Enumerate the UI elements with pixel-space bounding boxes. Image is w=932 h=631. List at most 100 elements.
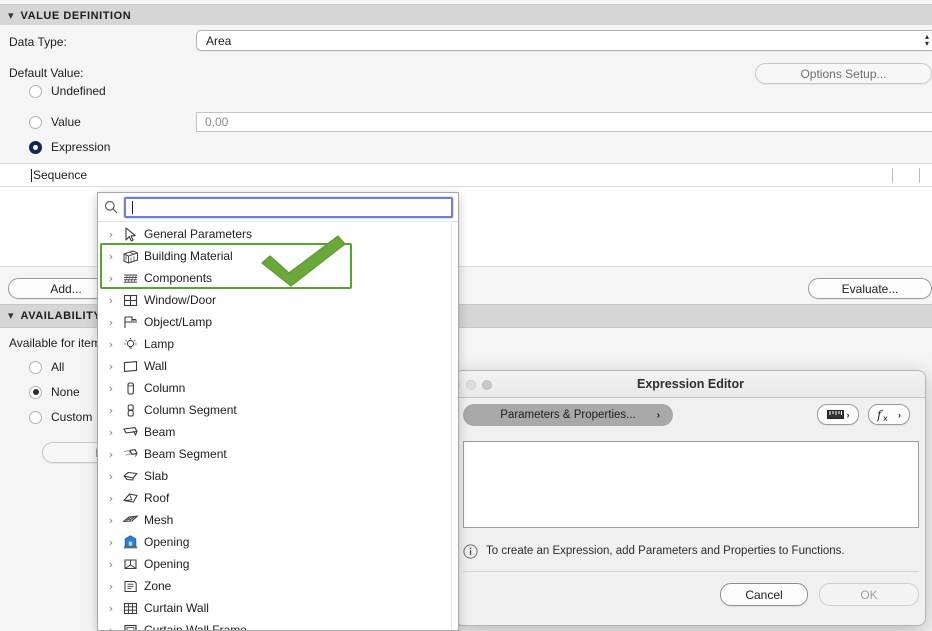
building-material-icon <box>119 248 141 264</box>
ruler-icon <box>826 410 844 419</box>
radio-expression[interactable]: Expression <box>29 139 110 155</box>
cancel-button[interactable]: Cancel <box>720 583 808 606</box>
chevron-right-icon[interactable]: › <box>103 228 119 241</box>
unit-button[interactable]: › <box>817 404 859 425</box>
evaluate-button[interactable]: Evaluate... <box>808 278 932 299</box>
default-value-label: Default Value: <box>9 66 84 80</box>
dialog-titlebar[interactable]: Expression Editor <box>456 371 925 398</box>
list-item[interactable]: › Building Material <box>98 245 458 267</box>
chevron-right-icon[interactable]: › <box>103 250 119 263</box>
window-door-icon <box>119 292 141 308</box>
list-item[interactable]: › Curtain Wall Frame <box>98 619 458 631</box>
radio-value-control[interactable] <box>29 115 42 129</box>
list-item[interactable]: › Column Segment <box>98 399 458 421</box>
chevron-right-icon[interactable]: › <box>103 294 119 307</box>
radio-none-label: None <box>51 385 80 399</box>
dialog-toolbar: Parameters & Properties... › › f x › <box>456 398 925 432</box>
maximize-icon[interactable] <box>482 380 492 390</box>
radio-value[interactable]: Value <box>29 114 81 130</box>
column-icon <box>119 380 141 396</box>
sequence-row[interactable]: Sequence <box>0 163 932 187</box>
expression-input-area[interactable] <box>463 441 919 528</box>
chevron-right-icon[interactable]: › <box>103 580 119 593</box>
popup-scrollbar[interactable] <box>451 223 458 630</box>
chevron-right-icon[interactable]: › <box>103 624 119 631</box>
sequence-label: Sequence <box>33 168 88 182</box>
parameters-properties-button[interactable]: Parameters & Properties... › <box>463 404 673 426</box>
chevron-right-icon[interactable]: › <box>103 470 119 483</box>
function-button[interactable]: f x › <box>868 404 910 425</box>
chevron-right-icon[interactable]: › <box>103 602 119 615</box>
default-value-placeholder: 0,00 <box>205 115 229 129</box>
chevron-right-icon[interactable]: › <box>103 448 119 461</box>
list-item[interactable]: › Wall <box>98 355 458 377</box>
list-item-label: Opening <box>144 535 190 549</box>
chevron-right-icon[interactable]: › <box>103 558 119 571</box>
list-item-label: Beam Segment <box>144 447 227 461</box>
add-button-label: Add... <box>50 281 82 296</box>
beam-icon <box>119 424 141 440</box>
ok-button[interactable]: OK <box>819 583 919 606</box>
radio-expression-label: Expression <box>51 140 111 154</box>
minimize-icon[interactable] <box>466 380 476 390</box>
list-item[interactable]: › Window/Door <box>98 289 458 311</box>
chevron-right-icon[interactable]: › <box>103 382 119 395</box>
default-value-input[interactable]: 0,00 <box>196 112 932 132</box>
window-controls[interactable] <box>456 380 492 390</box>
list-item[interactable]: › Zone <box>98 575 458 597</box>
list-item[interactable]: › Slab <box>98 465 458 487</box>
radio-expression-control[interactable] <box>29 140 42 154</box>
list-item[interactable]: › Beam Segment <box>98 443 458 465</box>
data-type-label: Data Type: <box>9 35 67 49</box>
chevron-right-icon[interactable]: › <box>103 272 119 285</box>
list-item[interactable]: › Object/Lamp <box>98 311 458 333</box>
parameter-type-list[interactable]: › General Parameters › Building Material › Co… <box>98 223 458 631</box>
radio-all[interactable]: All <box>29 359 64 375</box>
fx-icon: f x <box>877 408 895 422</box>
dialog-title: Expression Editor <box>637 377 744 391</box>
chevron-right-icon[interactable]: › <box>103 426 119 439</box>
options-setup-button[interactable]: Options Setup... <box>755 63 932 84</box>
chevron-right-icon[interactable]: › <box>103 316 119 329</box>
list-item[interactable]: › Mesh <box>98 509 458 531</box>
radio-undefined[interactable]: Undefined <box>29 83 106 99</box>
list-item[interactable]: › Components <box>98 267 458 289</box>
list-item[interactable]: › Beam <box>98 421 458 443</box>
list-item[interactable]: › Curtain Wall <box>98 597 458 619</box>
list-item[interactable]: › Column <box>98 377 458 399</box>
available-for-item-label: Available for item <box>9 336 101 350</box>
chevron-down-icon: ▾ <box>8 9 14 22</box>
column-divider-2[interactable] <box>919 168 920 183</box>
radio-all-control[interactable] <box>29 360 42 374</box>
column-divider-1[interactable] <box>892 168 893 183</box>
radio-none-control[interactable] <box>29 385 42 399</box>
parameter-type-popup: › General Parameters › Building Material › Co… <box>97 192 459 631</box>
radio-none[interactable]: None <box>29 384 80 400</box>
radio-custom[interactable]: Custom <box>29 409 92 425</box>
list-item-label: Column Segment <box>144 403 237 417</box>
radio-custom-control[interactable] <box>29 410 42 424</box>
data-type-combo[interactable]: Area ▴ ▾ <box>196 30 932 51</box>
list-item[interactable]: › Opening <box>98 553 458 575</box>
chevron-right-icon[interactable]: › <box>103 492 119 505</box>
roof-icon <box>119 490 141 506</box>
chevron-right-icon[interactable]: › <box>103 536 119 549</box>
list-item[interactable]: › Lamp <box>98 333 458 355</box>
search-input[interactable] <box>124 196 453 218</box>
list-item[interactable]: › Roof <box>98 487 458 509</box>
list-item[interactable]: › Opening <box>98 531 458 553</box>
list-item[interactable]: › General Parameters <box>98 223 458 245</box>
chevron-right-icon[interactable]: › <box>103 360 119 373</box>
chevron-right-icon-function: › <box>898 409 901 420</box>
radio-undefined-control[interactable] <box>29 84 42 98</box>
opening-icon <box>119 556 141 572</box>
components-icon <box>119 270 141 286</box>
chevron-right-icon[interactable]: › <box>103 514 119 527</box>
chevron-right-icon[interactable]: › <box>103 338 119 351</box>
cancel-button-label: Cancel <box>745 587 783 602</box>
svg-text:x: x <box>883 414 888 422</box>
chevron-right-icon[interactable]: › <box>103 404 119 417</box>
evaluate-button-label: Evaluate... <box>841 281 899 296</box>
info-icon <box>463 543 478 559</box>
list-item-label: Opening <box>144 557 190 571</box>
